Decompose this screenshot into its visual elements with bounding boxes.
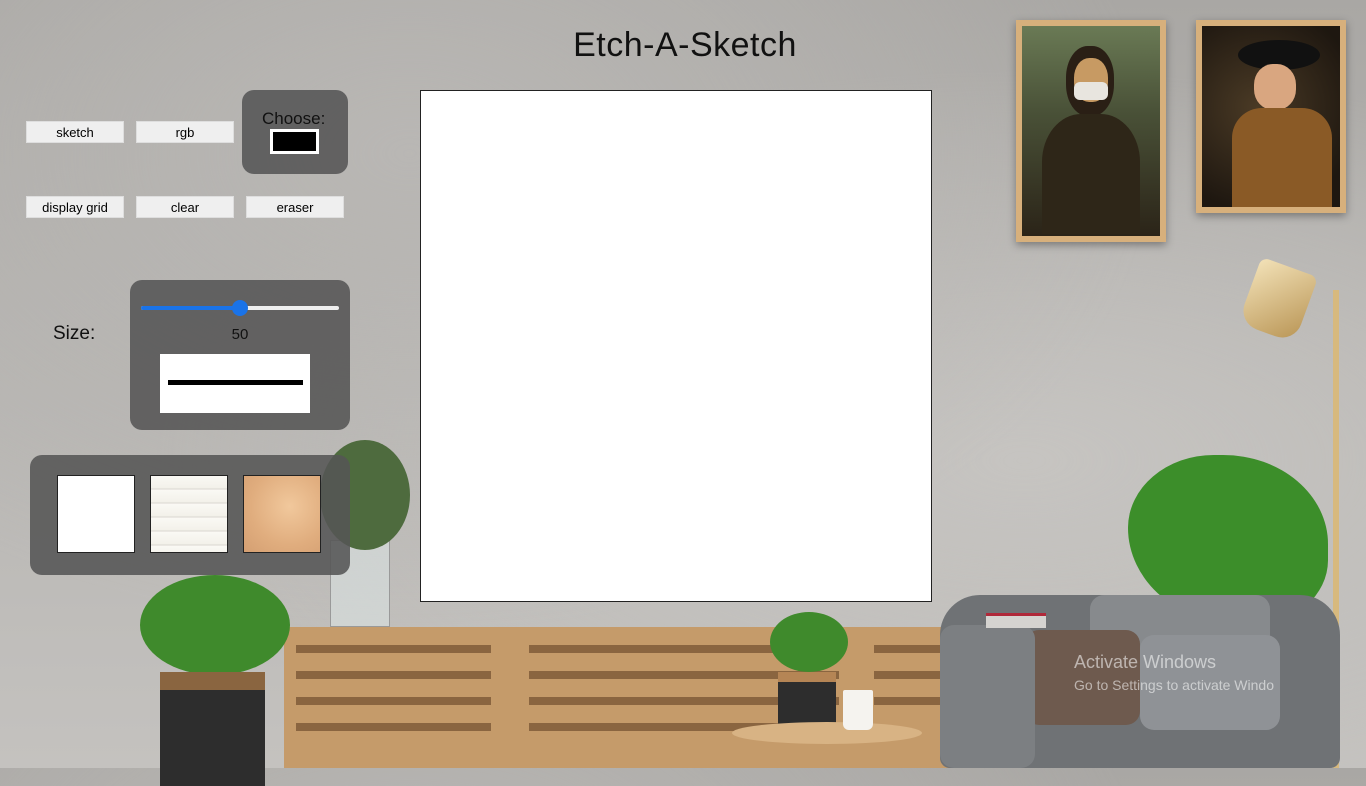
coffee-mug — [843, 690, 873, 730]
cabinet-slat — [296, 645, 491, 653]
page-title: Etch-A-Sketch — [573, 26, 797, 64]
cabinet-slat — [296, 671, 491, 679]
sketch-button[interactable]: sketch — [26, 121, 124, 143]
portrait-coat — [1232, 108, 1332, 207]
size-value: 50 — [231, 326, 249, 343]
rgb-button[interactable]: rgb — [136, 121, 234, 143]
cabinet-slat — [296, 723, 491, 731]
floor-lamp-head — [1237, 256, 1319, 344]
background-white-option[interactable] — [57, 475, 135, 553]
portrait-frame — [1196, 20, 1346, 213]
size-label: Size: — [53, 323, 96, 344]
side-table — [732, 722, 922, 744]
brush-size-preview — [160, 354, 310, 413]
books — [986, 613, 1046, 628]
activate-windows-title: Activate Windows — [1074, 652, 1217, 672]
clear-button[interactable]: clear — [136, 196, 234, 218]
activate-windows-subtitle: Go to Settings to activate Windo — [1074, 677, 1274, 693]
display-grid-button[interactable]: display grid — [26, 196, 124, 218]
potted-plant-left — [140, 575, 290, 675]
background-paper-option[interactable] — [243, 475, 321, 553]
wooden-cabinet — [284, 627, 984, 768]
brush-preview-line — [168, 380, 303, 385]
color-picker-label: Choose: — [262, 109, 326, 128]
mona-lisa-painting — [1022, 26, 1160, 236]
eraser-button[interactable]: eraser — [246, 196, 344, 218]
sketch-canvas[interactable] — [420, 90, 932, 602]
size-slider-fill — [141, 306, 240, 310]
color-picker-input[interactable] — [270, 129, 319, 154]
mona-lisa-frame — [1016, 20, 1166, 242]
small-plant — [770, 612, 848, 672]
portrait-face — [1254, 64, 1296, 110]
sofa-armrest — [940, 625, 1035, 768]
face-mask — [1074, 82, 1108, 100]
portrait-painting — [1202, 26, 1340, 207]
selected-color-swatch — [273, 132, 316, 151]
plant-pot — [160, 672, 265, 786]
painting-body — [1042, 114, 1140, 234]
background-wood-option[interactable] — [150, 475, 228, 553]
size-slider-thumb[interactable] — [232, 300, 248, 316]
cabinet-slat — [296, 697, 491, 705]
